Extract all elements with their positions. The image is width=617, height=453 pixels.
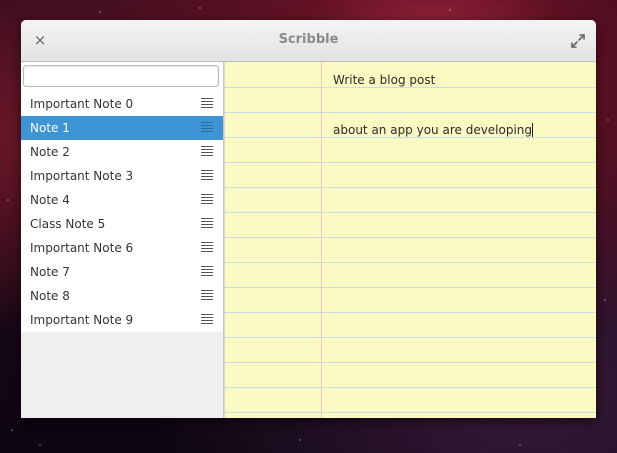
- note-lines-icon: [201, 146, 213, 156]
- note-title: Important Note 9: [30, 313, 134, 327]
- note-title: Important Note 3: [30, 169, 134, 183]
- note-title: Note 8: [30, 289, 70, 303]
- note-list-item[interactable]: Note 4: [21, 188, 223, 212]
- note-list-item[interactable]: Note 7: [21, 260, 223, 284]
- note-lines-icon: [201, 290, 213, 300]
- text-caret: [532, 123, 534, 137]
- note-lines-icon: [201, 266, 213, 276]
- editor-line-text: Write a blog post: [333, 73, 436, 87]
- note-title: Note 1: [30, 121, 70, 135]
- note-list-item[interactable]: Important Note 9: [21, 308, 223, 332]
- app-window: × Scribble Important Note 0 Note 1 Note …: [21, 20, 596, 418]
- note-title: Note 4: [30, 193, 70, 207]
- note-list-item[interactable]: Note 2: [21, 140, 223, 164]
- note-lines-icon: [201, 314, 213, 324]
- note-lines-icon: [201, 218, 213, 228]
- note-lines-icon: [201, 98, 213, 108]
- note-editor[interactable]: Write a blog post about an app you are d…: [224, 62, 596, 418]
- note-title: Important Note 6: [30, 241, 134, 255]
- note-lines-icon: [201, 242, 213, 252]
- note-list-item[interactable]: Note 8: [21, 284, 223, 308]
- note-title: Note 7: [30, 265, 70, 279]
- search-input[interactable]: [23, 65, 219, 87]
- main-content: Important Note 0 Note 1 Note 2 Important…: [21, 62, 596, 418]
- editor-line-text: about an app you are developing: [333, 123, 533, 137]
- titlebar[interactable]: × Scribble: [21, 20, 596, 62]
- note-lines-icon: [201, 170, 213, 180]
- note-list: Important Note 0 Note 1 Note 2 Important…: [21, 92, 223, 332]
- note-list-item-selected[interactable]: Note 1: [21, 116, 223, 140]
- note-list-item[interactable]: Important Note 0: [21, 92, 223, 116]
- note-list-item[interactable]: Important Note 3: [21, 164, 223, 188]
- search-container: [21, 62, 223, 92]
- editor-line[interactable]: about an app you are developing: [333, 123, 534, 137]
- note-title: Class Note 5: [30, 217, 106, 231]
- note-list-item[interactable]: Important Note 6: [21, 236, 223, 260]
- maximize-icon[interactable]: [570, 33, 586, 49]
- notes-sidebar: Important Note 0 Note 1 Note 2 Important…: [21, 62, 224, 418]
- editor-line[interactable]: Write a blog post: [333, 73, 435, 87]
- note-title: Note 2: [30, 145, 70, 159]
- note-lines-icon: [201, 122, 213, 132]
- note-list-item[interactable]: Class Note 5: [21, 212, 223, 236]
- window-title: Scribble: [278, 32, 339, 47]
- note-lines-icon: [201, 194, 213, 204]
- note-title: Important Note 0: [30, 97, 134, 111]
